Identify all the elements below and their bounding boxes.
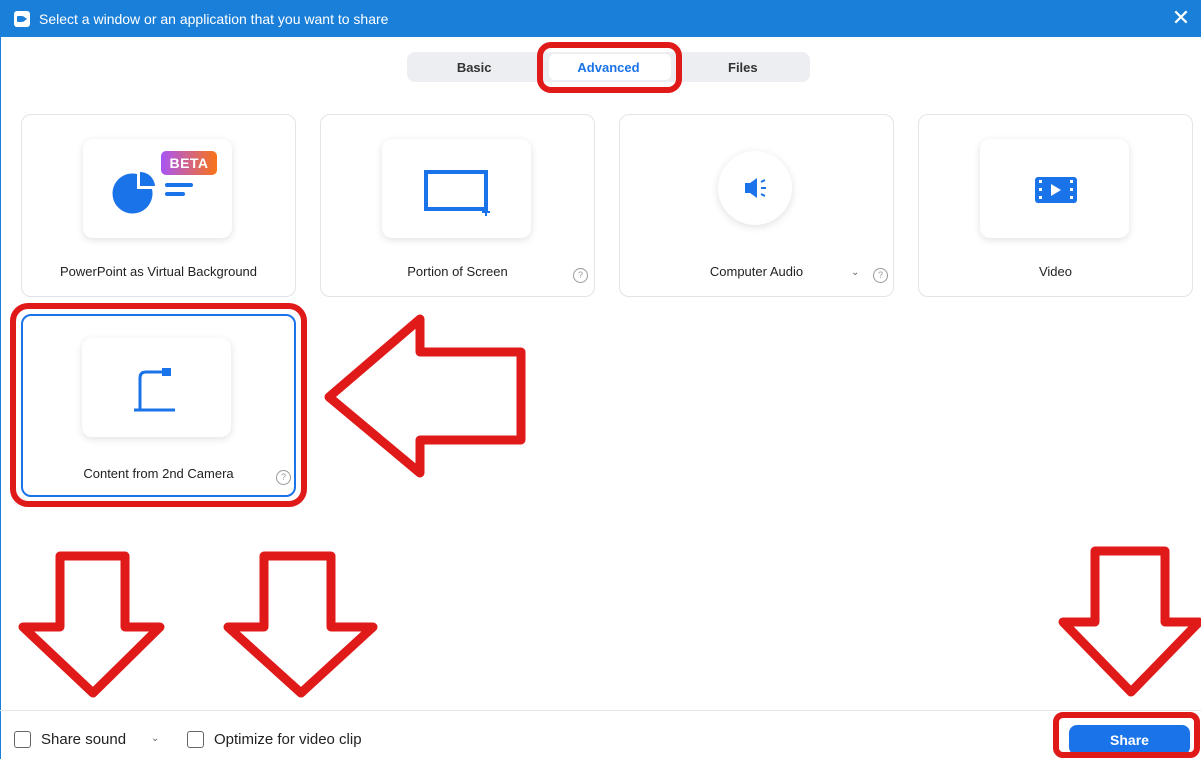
annotation-arrow-left — [324, 314, 526, 478]
annotation-arrow-down-optimize — [223, 551, 378, 698]
annotation-arrow-down-share-sound — [18, 551, 165, 698]
annotation-arrows — [18, 314, 1201, 698]
annotation-arrow-down-share — [1058, 546, 1201, 697]
share-dialog: Select a window or an application that y… — [0, 0, 1201, 759]
